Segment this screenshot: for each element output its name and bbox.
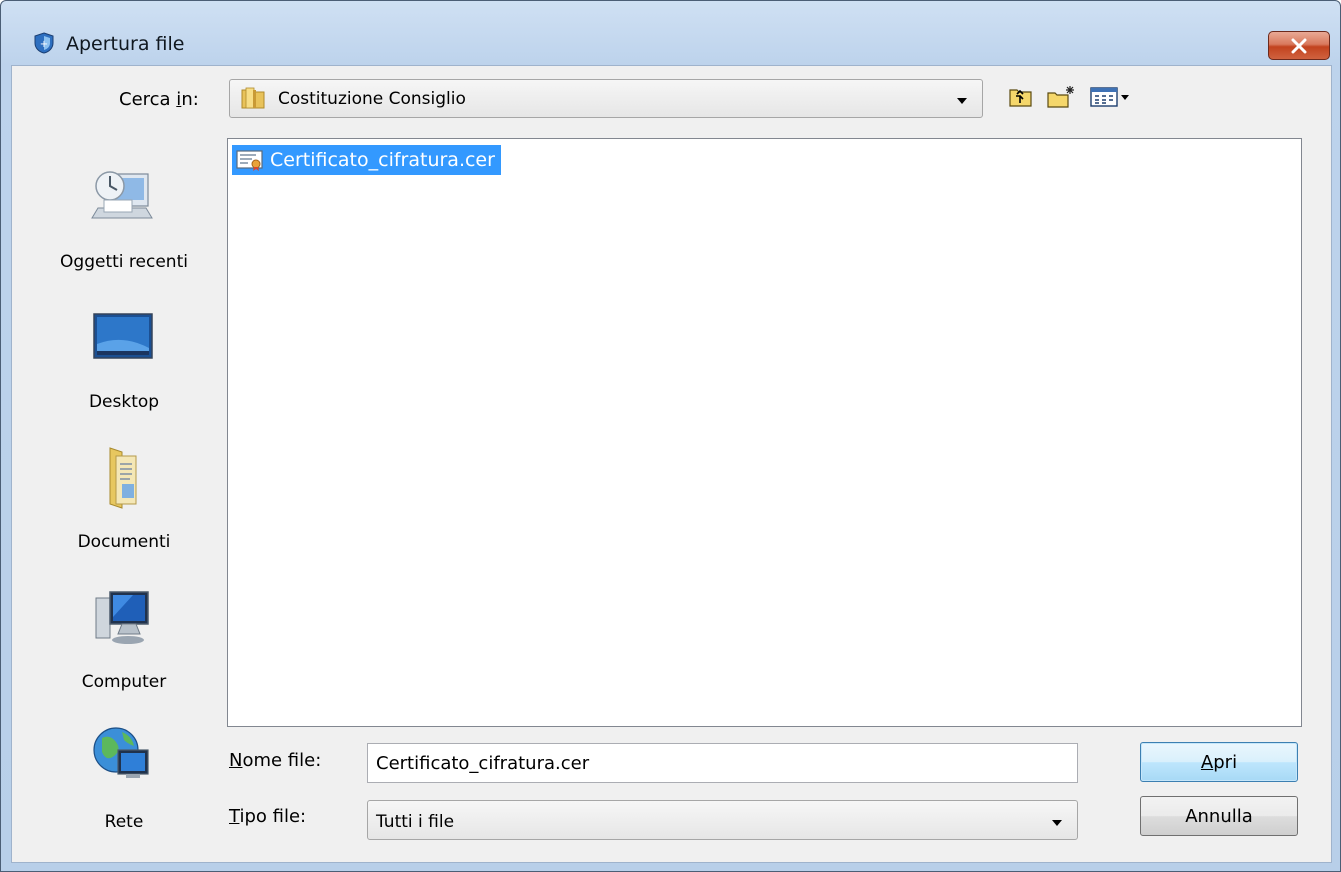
filename-label: Nome file: — [229, 750, 322, 771]
file-name: Certificato_cifratura.cer — [270, 149, 495, 171]
new-folder-button[interactable] — [1045, 85, 1077, 113]
place-label: Computer — [81, 672, 167, 692]
filetype-dropdown[interactable]: Tutti i file — [367, 800, 1078, 840]
recent-items-icon — [88, 164, 158, 230]
desktop-icon — [88, 304, 158, 370]
title-bar[interactable]: + Apertura file — [1, 1, 1340, 65]
file-list[interactable]: Certificato_cifratura.cer — [227, 138, 1302, 727]
place-label: Desktop — [88, 392, 160, 412]
chevron-down-icon — [1052, 820, 1062, 826]
cancel-button[interactable]: Annulla — [1140, 796, 1298, 836]
open-button[interactable]: Apri — [1140, 742, 1298, 782]
place-network[interactable]: Rete — [44, 724, 204, 854]
documents-icon — [88, 444, 158, 510]
view-menu-button[interactable] — [1088, 85, 1134, 113]
filetype-label: Tipo file: — [229, 806, 307, 827]
place-computer[interactable]: Computer — [44, 584, 204, 714]
folder-icon — [240, 86, 266, 110]
chevron-down-icon — [957, 98, 967, 104]
places-bar: Oggetti recenti Desktop Documenti Comput… — [44, 142, 204, 867]
computer-icon — [88, 584, 158, 650]
new-folder-icon — [1046, 85, 1076, 113]
place-documents[interactable]: Documenti — [44, 444, 204, 574]
filetype-value: Tutti i file — [376, 812, 455, 832]
up-one-level-button[interactable] — [1006, 85, 1036, 113]
close-button[interactable] — [1268, 31, 1330, 60]
filename-input[interactable] — [367, 743, 1078, 783]
svg-text:+: + — [40, 39, 48, 50]
place-recent-items[interactable]: Oggetti recenti — [44, 164, 204, 294]
certificate-icon — [236, 148, 264, 172]
place-label: Oggetti recenti — [60, 252, 188, 272]
up-one-level-icon — [1008, 86, 1034, 112]
place-desktop[interactable]: Desktop — [44, 304, 204, 434]
lookin-value: Costituzione Consiglio — [278, 89, 466, 109]
view-menu-icon — [1089, 86, 1133, 112]
place-label: Documenti — [77, 532, 171, 552]
place-label: Rete — [104, 812, 144, 832]
shield-app-icon: + — [33, 32, 55, 54]
network-icon — [88, 724, 158, 790]
lookin-dropdown[interactable]: Costituzione Consiglio — [229, 79, 983, 118]
file-item-selected[interactable]: Certificato_cifratura.cer — [232, 145, 501, 175]
window-title: Apertura file — [66, 33, 185, 55]
close-icon — [1290, 38, 1308, 54]
lookin-label: Cerca in: — [119, 89, 199, 110]
